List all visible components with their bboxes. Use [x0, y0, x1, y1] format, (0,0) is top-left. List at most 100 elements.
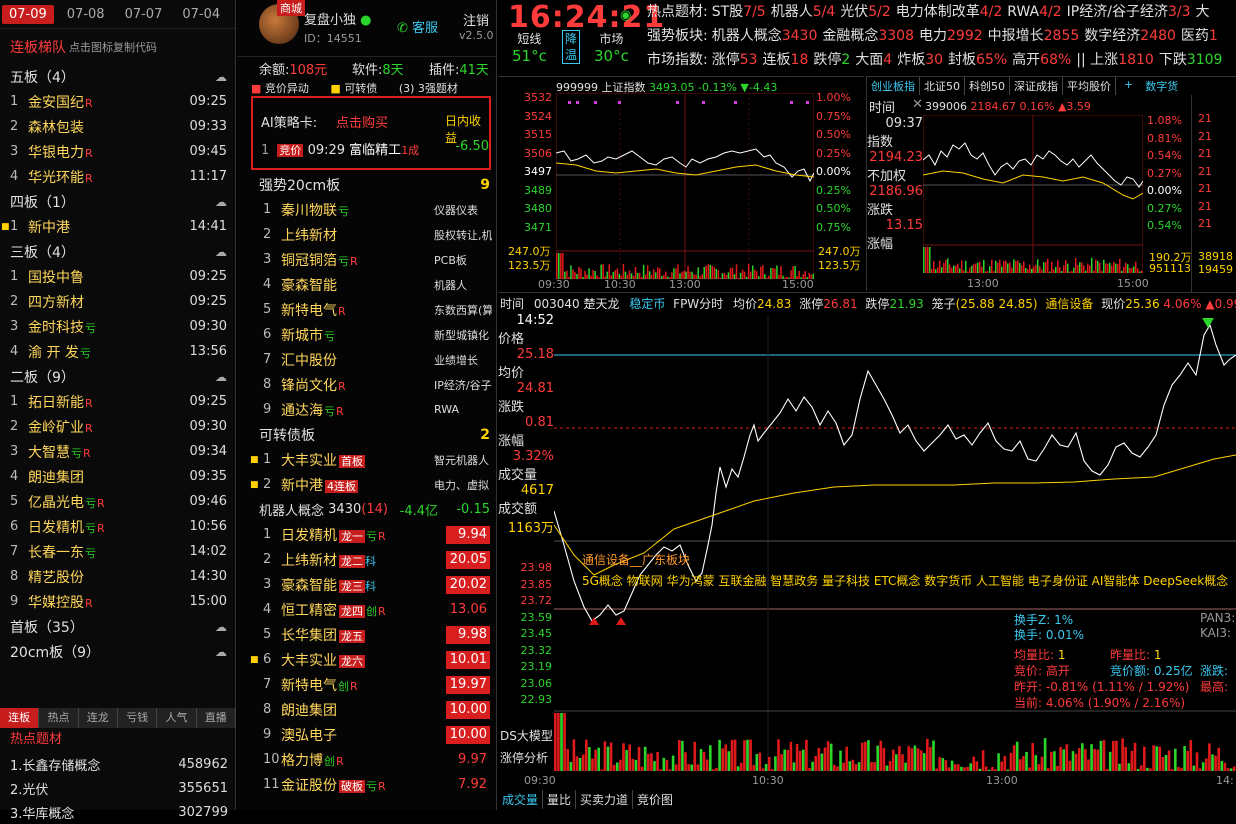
robot-row[interactable]: 1 日发精机 龙一 亏R 9.94: [237, 522, 496, 547]
shop-badge[interactable]: 商城: [277, 0, 305, 16]
strong20-row[interactable]: 1 秦川物联亏 仪器仪表: [237, 197, 496, 222]
topic-item[interactable]: 炸板30: [897, 52, 943, 68]
ladder-row[interactable]: 4 渝 开 发亏 13:56: [0, 339, 235, 364]
cb-row[interactable]: ■ 1 大丰实业 首板 智元机器人: [237, 447, 496, 472]
robot-row[interactable]: 8 朗迪集团 10.00: [237, 697, 496, 722]
btab-renqi[interactable]: 人气: [157, 708, 197, 728]
ladder-group-header[interactable]: 首板（35） ☁: [0, 614, 235, 639]
add-tab-button[interactable]: +: [1116, 77, 1141, 95]
hot-item[interactable]: 1.长鑫存储概念 458962: [0, 752, 236, 776]
ladder-row[interactable]: 4 华光环能R 11:17: [0, 164, 235, 189]
topic-item[interactable]: 机器人5/4: [771, 4, 836, 20]
topic-item[interactable]: RWA4/2: [1007, 4, 1061, 20]
strong20-row[interactable]: 9 通达海亏R RWA: [237, 397, 496, 422]
btab-zhibo[interactable]: 直播: [197, 708, 236, 728]
topic-item[interactable]: 机器人概念3430: [712, 28, 818, 44]
topic-item[interactable]: 涨停53: [712, 52, 758, 68]
robot-row[interactable]: 11 金证股份 破板 亏R 7.92: [237, 772, 496, 797]
btab-lianlong[interactable]: 连龙: [79, 708, 118, 728]
topic-item[interactable]: 电力2992: [919, 28, 983, 44]
stock-tag[interactable]: 稳定币: [629, 297, 665, 311]
robot-row[interactable]: ■ 6 大丰实业 龙六 10.01: [237, 647, 496, 672]
index-tab-cyb[interactable]: 创业板指: [867, 77, 920, 95]
btab-lianban[interactable]: 连板: [0, 708, 40, 728]
strong20-row[interactable]: 8 锋尚文化R IP经济/谷子: [237, 372, 496, 397]
ladder-group-header[interactable]: 20cm板（9） ☁: [0, 639, 235, 664]
date-tab-0707[interactable]: 07-07: [118, 5, 170, 24]
index-tab-avg[interactable]: 平均股价: [1063, 77, 1116, 95]
btab-force[interactable]: 买卖力道: [576, 790, 634, 809]
strong20-row[interactable]: 6 新城市亏 新型城镇化: [237, 322, 496, 347]
ds-model-button[interactable]: DS大模型: [500, 727, 553, 744]
ladder-row[interactable]: 4 朗迪集团 09:35: [0, 464, 235, 489]
topic-item[interactable]: ST股7/5: [712, 4, 766, 20]
ladder-row[interactable]: 2 森林包装 09:33: [0, 114, 235, 139]
topic-item[interactable]: 连板18: [763, 52, 809, 68]
btab-volratio[interactable]: 量比: [543, 790, 577, 809]
ladder-row[interactable]: 1 拓日新能R 09:25: [0, 389, 235, 414]
topic-item[interactable]: 电力体制改革4/2: [896, 4, 1003, 20]
topic-item[interactable]: 封板65%: [948, 52, 1007, 68]
strong20-row[interactable]: 4 豪森智能 机器人: [237, 272, 496, 297]
robot-row[interactable]: 9 澳弘电子 10.00: [237, 722, 496, 747]
index-tab-bz50[interactable]: 北证50: [920, 77, 965, 95]
robot-row[interactable]: 7 新特电气创R 19.97: [237, 672, 496, 697]
strong20-row[interactable]: 7 汇中股份 业绩增长: [237, 347, 496, 372]
ladder-row[interactable]: 6 日发精机亏R 10:56: [0, 514, 235, 539]
robot-row[interactable]: 4 恒工精密 龙四 创R 13.06: [237, 597, 496, 622]
date-tab-0708[interactable]: 07-08: [60, 5, 112, 24]
btab-auction[interactable]: 竞价图: [633, 790, 677, 809]
ladder-group-header[interactable]: 四板（1） ☁: [0, 189, 235, 214]
ladder-row[interactable]: 2 金岭矿业R 09:30: [0, 414, 235, 439]
topic-item[interactable]: 光伏5/2: [840, 4, 891, 20]
date-tab-0709[interactable]: 07-09: [2, 4, 54, 24]
ladder-row[interactable]: ■ 1 新中港 14:41: [0, 214, 235, 239]
topic-item[interactable]: 中报增长2855: [988, 28, 1080, 44]
robot-row[interactable]: 5 长华集团 龙五 9.98: [237, 622, 496, 647]
cloud-icon[interactable]: ☁: [215, 370, 227, 384]
topic-item[interactable]: 大: [1195, 4, 1209, 20]
topic-item[interactable]: 医药1: [1181, 28, 1218, 44]
hot-item[interactable]: 3.华库概念 302799: [0, 800, 236, 824]
close-icon[interactable]: ✕: [912, 97, 923, 116]
index-tab-szcz[interactable]: 深证成指: [1010, 77, 1063, 95]
cloud-icon[interactable]: ☁: [215, 70, 227, 84]
cb-row[interactable]: ■ 2 新中港 4连板 电力、虚拟: [237, 472, 496, 497]
topic-item[interactable]: 高开68%: [1012, 52, 1071, 68]
index-tab-digital[interactable]: 数字货: [1141, 77, 1182, 95]
sh-chart-svg[interactable]: [556, 93, 814, 279]
topic-item[interactable]: 数字经济2480: [1084, 28, 1176, 44]
topic-item[interactable]: || 上涨1810: [1076, 52, 1154, 68]
btab-redian[interactable]: 热点: [39, 708, 79, 728]
strong20-row[interactable]: 5 新特电气R 东数西算(算: [237, 297, 496, 322]
ladder-row[interactable]: 1 金安国纪R 09:25: [0, 89, 235, 114]
topic-item[interactable]: 跌停2: [813, 52, 850, 68]
ladder-row[interactable]: 5 亿晶光电亏R 09:46: [0, 489, 235, 514]
ladder-row[interactable]: 1 国投中鲁 09:25: [0, 264, 235, 289]
cloud-icon[interactable]: ☁: [215, 620, 227, 634]
strong20-row[interactable]: 3 铜冠铜箔亏R PCB板: [237, 247, 496, 272]
logout-button[interactable]: 注销: [463, 10, 489, 29]
cloud-icon[interactable]: ☁: [215, 245, 227, 259]
date-tab-0704[interactable]: 07-04: [175, 5, 227, 24]
ladder-row[interactable]: 3 大智慧亏R 09:34: [0, 439, 235, 464]
service-button[interactable]: ✆ 客服: [397, 17, 438, 36]
ladder-group-header[interactable]: 二板（9） ☁: [0, 364, 235, 389]
strong20-row[interactable]: 2 上纬新材 股权转让,机: [237, 222, 496, 247]
ai-buy-link[interactable]: 点击购买: [336, 112, 388, 131]
ladder-row[interactable]: 2 四方新材 09:25: [0, 289, 235, 314]
btab-kuiqian[interactable]: 亏钱: [118, 708, 158, 728]
topic-item[interactable]: IP经济/谷子经济3/3: [1067, 4, 1191, 20]
cloud-icon[interactable]: ☁: [215, 195, 227, 209]
ai-row[interactable]: 1 竞价 09:29 富临精工1成 -6.50: [261, 139, 489, 158]
ladder-row[interactable]: 8 精艺股份 14:30: [0, 564, 235, 589]
topic-item[interactable]: 下跌3109: [1159, 52, 1223, 68]
robot-row[interactable]: 10 格力博创R 9.97: [237, 747, 496, 772]
limit-analysis-button[interactable]: 涨停分析: [500, 749, 548, 766]
stock-fpw[interactable]: FPW分时: [673, 297, 723, 311]
ladder-row[interactable]: 3 华银电力R 09:45: [0, 139, 235, 164]
ladder-row[interactable]: 3 金时科技亏 09:30: [0, 314, 235, 339]
cyb-chart-svg[interactable]: [923, 115, 1143, 273]
ladder-row[interactable]: 7 长春一东亏 14:02: [0, 539, 235, 564]
topic-item[interactable]: 大面4: [855, 52, 892, 68]
